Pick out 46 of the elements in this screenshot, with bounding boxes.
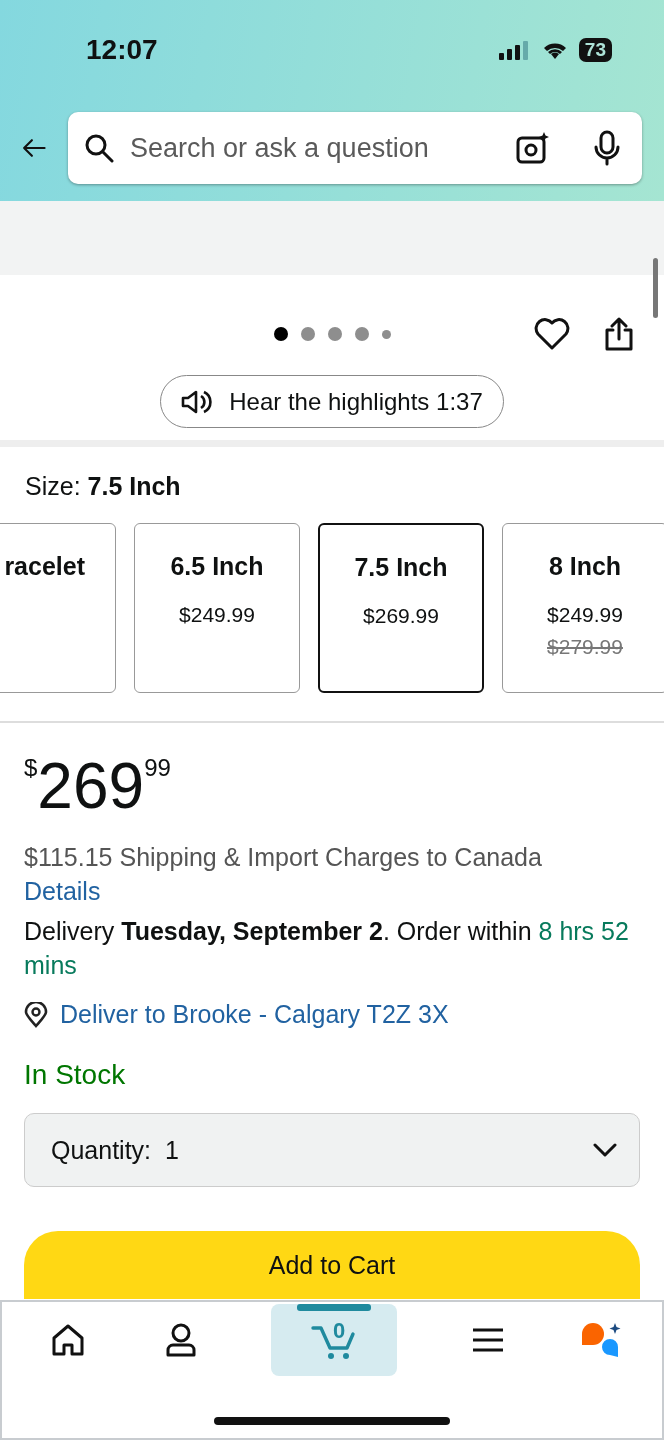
size-option[interactable]: 8 Inch $249.99 $279.99 — [502, 523, 664, 693]
chevron-down-icon — [593, 1143, 617, 1157]
size-name: racelet — [4, 552, 85, 581]
location-pin-icon — [24, 1001, 48, 1028]
carousel-dot[interactable] — [300, 327, 315, 341]
scrollbar — [653, 258, 658, 318]
cart-count: 0 — [333, 1318, 346, 1344]
signal-icon — [498, 40, 531, 60]
search-icon — [84, 133, 114, 163]
heart-icon[interactable] — [534, 318, 570, 350]
camera-icon[interactable] — [516, 131, 550, 165]
quantity-dropdown[interactable]: Quantity: 1 — [24, 1113, 640, 1187]
battery-indicator: 73 — [578, 38, 612, 62]
carousel-dot[interactable] — [354, 327, 369, 341]
search-field[interactable]: Search or ask a question — [128, 131, 486, 165]
size-name: 7.5 Inch — [354, 553, 448, 582]
size-price: $249.99 — [547, 603, 623, 627]
carousel-dot[interactable] — [327, 327, 342, 341]
home-icon — [51, 1323, 85, 1357]
price: $^{$}$269$^{99}$ — [24, 749, 172, 821]
speaker-icon — [181, 388, 214, 415]
stock-status: In Stock — [24, 1059, 127, 1091]
microphone-icon[interactable] — [594, 130, 620, 166]
deliver-to-link[interactable]: Deliver to Brooke - Calgary T2Z 3X — [60, 1000, 449, 1029]
carousel-dot[interactable] — [273, 327, 288, 341]
size-price: $269.99 — [363, 604, 439, 628]
person-icon — [164, 1323, 197, 1357]
hear-highlights-button[interactable]: Hear the highlights 1:37 — [160, 375, 504, 428]
size-name: 8 Inch — [548, 552, 622, 581]
details-link[interactable]: Details — [24, 874, 101, 908]
delivery-text: Delivery Tuesday, September 2. Order within 8 hrs 52 mins — [24, 916, 630, 981]
share-icon[interactable] — [604, 317, 634, 351]
list-price: $279.99 — [547, 635, 623, 659]
size-price: $249.99 — [179, 603, 255, 627]
status-time: 12:07 — [86, 34, 158, 66]
carousel-dot[interactable] — [381, 329, 391, 339]
size-option[interactable]: racelet — [0, 523, 116, 693]
search-bar[interactable]: Search or ask a question — [68, 112, 642, 184]
size-name: 6.5 Inch — [170, 552, 264, 581]
size-option[interactable]: 7.5 Inch $269.99 — [318, 523, 484, 693]
size-label: Size: 7.5 Inch — [24, 472, 182, 501]
menu-icon — [471, 1327, 504, 1353]
size-option[interactable]: 6.5 Inch $249.99 — [134, 523, 300, 693]
shipping-text: $115.15 Shipping & Import Charges to Canada — [24, 842, 542, 873]
cart-icon — [311, 1324, 357, 1360]
add-to-cart-button[interactable]: Add to Cart — [24, 1231, 640, 1299]
